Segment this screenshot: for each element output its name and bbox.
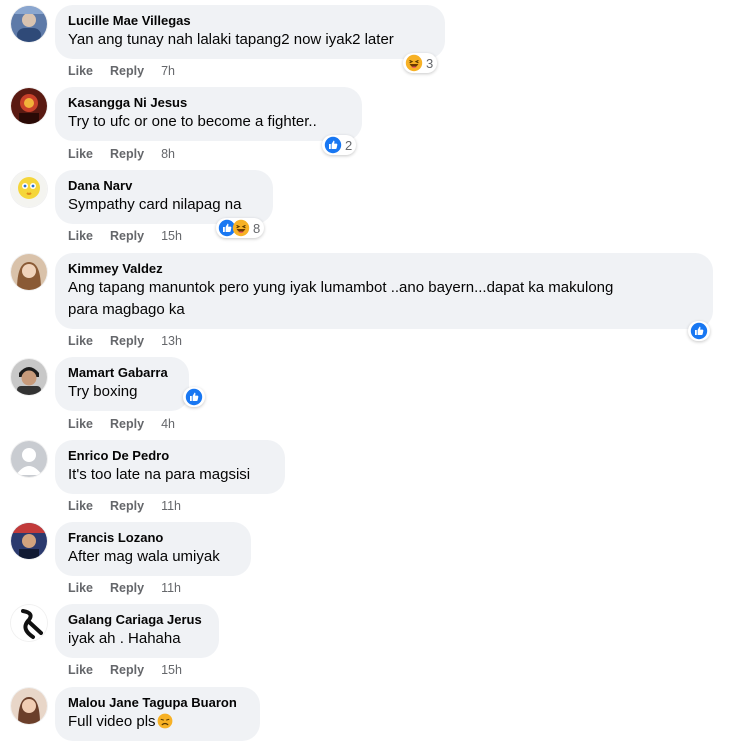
reply-button[interactable]: Reply xyxy=(110,64,144,78)
comment-bubble: Kasangga Ni Jesus Try to ufc or one to b… xyxy=(55,87,362,141)
reaction-summary[interactable] xyxy=(183,387,205,407)
reply-button[interactable]: Reply xyxy=(110,417,144,431)
comment-bubble: Malou Jane Tagupa Buaron Full video pls xyxy=(55,687,260,741)
comment-time[interactable]: 13h xyxy=(161,334,182,348)
avatar[interactable] xyxy=(11,688,47,724)
reaction-summary[interactable]: 3 xyxy=(403,53,438,73)
like-icon xyxy=(690,322,708,340)
comment-author[interactable]: Galang Cariaga Jerus xyxy=(68,612,207,628)
comment-text: It's too late na para magsisi xyxy=(68,466,251,483)
comment-actions: Like Reply 15h xyxy=(68,229,199,243)
comment-author[interactable]: Enrico De Pedro xyxy=(68,448,273,464)
comment-bubble: Galang Cariaga Jerus iyak ah . Hahaha xyxy=(55,604,219,658)
comment-actions: Like Reply 11h xyxy=(68,499,198,513)
avatar[interactable] xyxy=(11,523,47,559)
avatar[interactable] xyxy=(11,254,47,290)
comment-text: iyak ah . Hahaha xyxy=(68,630,181,647)
reaction-count: 2 xyxy=(345,137,353,153)
comment-time[interactable]: 4h xyxy=(161,417,175,431)
comment-author[interactable]: Lucille Mae Villegas xyxy=(68,13,433,29)
comment-time[interactable]: 11h xyxy=(161,499,181,513)
comment-author[interactable]: Mamart Gabarra xyxy=(68,365,177,381)
like-icon xyxy=(185,388,203,406)
reply-button[interactable]: Reply xyxy=(110,229,144,243)
avatar[interactable] xyxy=(11,441,47,477)
comment-text: Full video pls xyxy=(68,713,156,730)
comment-actions: Like Reply 8h xyxy=(68,147,192,161)
comment-text-line-2: para magbago ka xyxy=(68,301,185,318)
reply-button[interactable]: Reply xyxy=(110,581,144,595)
haha-icon xyxy=(405,54,423,72)
comment-bubble: Lucille Mae Villegas Yan ang tunay nah l… xyxy=(55,5,445,59)
like-icon xyxy=(324,136,342,154)
comment-author[interactable]: Kimmey Valdez xyxy=(68,261,701,277)
comment-bubble: Francis Lozano After mag wala umiyak xyxy=(55,522,251,576)
comment-text: Try boxing xyxy=(68,383,138,400)
comment-author[interactable]: Francis Lozano xyxy=(68,530,239,546)
comment-author[interactable]: Malou Jane Tagupa Buaron xyxy=(68,695,248,711)
like-button[interactable]: Like xyxy=(68,417,93,431)
reply-button[interactable]: Reply xyxy=(110,663,144,677)
comment-author[interactable]: Dana Narv xyxy=(68,178,261,194)
reply-button[interactable]: Reply xyxy=(110,334,144,348)
like-button[interactable]: Like xyxy=(68,64,93,78)
avatar[interactable] xyxy=(11,359,47,395)
comment-text: After mag wala umiyak xyxy=(68,548,220,565)
comment-bubble: Mamart Gabarra Try boxing xyxy=(55,357,189,411)
comment-text: Sympathy card nilapag na xyxy=(68,196,242,213)
reply-button[interactable]: Reply xyxy=(110,147,144,161)
disappointed-face-emoji xyxy=(157,713,172,729)
reaction-count: 8 xyxy=(253,220,261,236)
reaction-count: 3 xyxy=(426,55,434,71)
haha-icon xyxy=(232,219,250,237)
comment-bubble: Enrico De Pedro It's too late na para ma… xyxy=(55,440,285,494)
comment-text-row: Full video pls xyxy=(68,711,248,733)
comment-actions: Like Reply 7h xyxy=(68,64,192,78)
reaction-summary[interactable] xyxy=(688,321,710,341)
comment-text: Yan ang tunay nah lalaki tapang2 now iya… xyxy=(68,31,394,48)
reply-button[interactable]: Reply xyxy=(110,499,144,513)
comment-time[interactable]: 7h xyxy=(161,64,175,78)
comment-time[interactable]: 15h xyxy=(161,663,182,677)
like-button[interactable]: Like xyxy=(68,147,93,161)
comment-author[interactable]: Kasangga Ni Jesus xyxy=(68,95,350,111)
comment-actions: Like Reply 4h xyxy=(68,417,192,431)
avatar[interactable] xyxy=(11,171,47,207)
like-button[interactable]: Like xyxy=(68,581,93,595)
avatar[interactable] xyxy=(11,6,47,42)
comment-actions: Like Reply 15h xyxy=(68,663,199,677)
comment-bubble: Dana Narv Sympathy card nilapag na xyxy=(55,170,273,224)
reaction-summary[interactable]: 8 xyxy=(216,218,265,238)
comment-time[interactable]: 8h xyxy=(161,147,175,161)
comment-actions: Like Reply 11h xyxy=(68,581,198,595)
like-button[interactable]: Like xyxy=(68,499,93,513)
comment-time[interactable]: 15h xyxy=(161,229,182,243)
like-button[interactable]: Like xyxy=(68,334,93,348)
avatar[interactable] xyxy=(11,605,47,641)
reaction-summary[interactable]: 2 xyxy=(322,135,357,155)
comment-actions: Like Reply 13h xyxy=(68,334,199,348)
avatar[interactable] xyxy=(11,88,47,124)
like-button[interactable]: Like xyxy=(68,663,93,677)
comment-text: Try to ufc or one to become a fighter.. xyxy=(68,113,317,130)
like-button[interactable]: Like xyxy=(68,229,93,243)
comment-time[interactable]: 11h xyxy=(161,581,181,595)
comment-bubble: Kimmey Valdez Ang tapang manuntok pero y… xyxy=(55,253,713,329)
comment-text-line-1: Ang tapang manuntok pero yung iyak lumam… xyxy=(68,279,614,296)
